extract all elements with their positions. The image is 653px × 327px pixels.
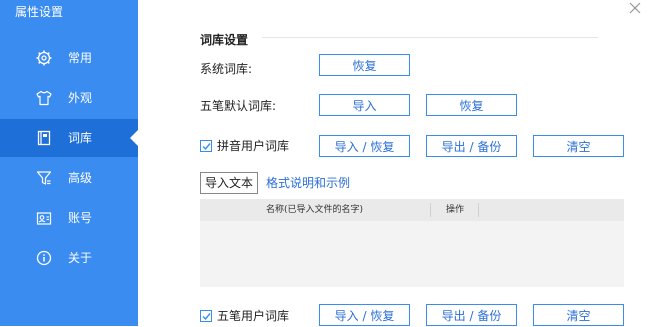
wubi-user-checkbox[interactable] [200,310,212,322]
imported-files-table: 名称(已导入文件的名字) 操作 [200,199,624,287]
close-icon[interactable] [628,1,642,15]
account-icon [36,212,52,225]
table-header: 名称(已导入文件的名字) 操作 [200,199,624,221]
sidebar-item-label: 关于 [68,251,93,265]
active-indicator [130,130,138,146]
sidebar-item-label: 常用 [68,51,93,65]
shirt-icon [36,90,52,106]
format-help-link[interactable]: 格式说明和示例 [266,175,350,191]
sidebar-item-label: 词库 [68,131,93,145]
sidebar-item-general[interactable]: 常用 [0,39,138,77]
sidebar: 属性设置 常用 外观 词库 高级 账号 关于 [0,0,138,326]
sidebar-item-dictionary[interactable]: 词库 [0,119,138,157]
sidebar-item-account[interactable]: 账号 [0,199,138,237]
pinyin-export-backup-button[interactable]: 导出 / 备份 [426,135,517,157]
check-icon [202,143,211,151]
book-icon [37,130,51,146]
filter-icon [36,171,52,185]
import-text-button[interactable]: 导入文本 [200,172,258,194]
pinyin-user-label: 拼音用户词库 [217,139,290,153]
sidebar-item-advanced[interactable]: 高级 [0,159,138,197]
pinyin-user-checkbox[interactable] [200,140,212,152]
pinyin-clear-button[interactable]: 清空 [533,135,624,157]
wubi-export-backup-button[interactable]: 导出 / 备份 [426,304,517,326]
wubi-import-restore-button[interactable]: 导入 / 恢复 [319,304,410,326]
sidebar-item-label: 高级 [68,171,93,185]
wubi-clear-button[interactable]: 清空 [533,304,624,326]
pinyin-import-restore-button[interactable]: 导入 / 恢复 [319,135,410,157]
column-header-name: 名称(已导入文件的名字) [266,205,364,215]
check-icon [202,313,211,321]
sidebar-item-appearance[interactable]: 外观 [0,79,138,117]
wubi-default-label: 五笔默认词库: [200,99,277,113]
sidebar-item-about[interactable]: 关于 [0,239,138,277]
section-divider [262,37,598,38]
wubi-default-restore-button[interactable]: 恢复 [426,94,517,116]
column-divider [430,203,431,217]
system-dict-label: 系统词库: [200,62,253,76]
column-divider [478,203,479,217]
wubi-default-import-button[interactable]: 导入 [319,94,410,116]
wubi-user-label: 五笔用户词库 [217,309,290,323]
info-icon [36,250,52,266]
gear-icon [36,50,52,66]
column-header-action: 操作 [446,205,465,215]
sidebar-item-label: 账号 [68,211,93,225]
system-dict-restore-button[interactable]: 恢复 [319,54,410,76]
section-title: 词库设置 [200,33,249,47]
sidebar-item-label: 外观 [68,91,93,105]
window-title: 属性设置 [15,5,64,19]
